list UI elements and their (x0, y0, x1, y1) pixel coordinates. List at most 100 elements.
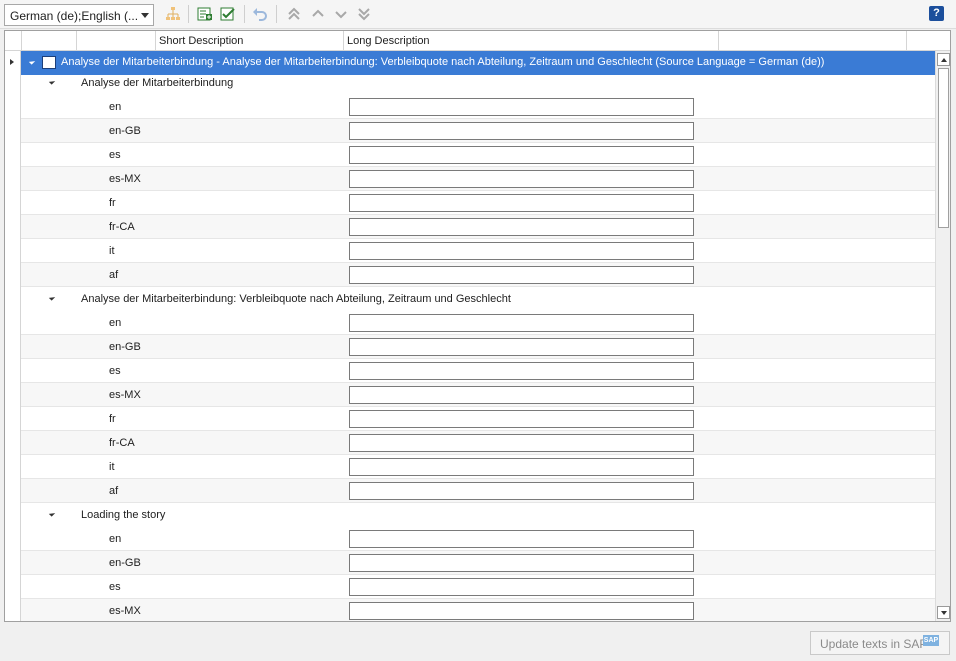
language-row: fr-CA (21, 431, 935, 455)
scroll-up-button[interactable] (937, 53, 950, 66)
top-row-label: Analyse der Mitarbeiterbindung - Analyse… (61, 56, 825, 68)
collapse-icon[interactable] (48, 78, 56, 85)
language-row: en-GB (21, 335, 935, 359)
group-title: Analyse der Mitarbeiterbindung: Verbleib… (81, 293, 511, 305)
language-row: en (21, 311, 935, 335)
language-selector[interactable]: German (de);English (... (4, 4, 154, 26)
scroll-thumb[interactable] (938, 68, 949, 228)
translation-input[interactable] (349, 410, 694, 428)
translation-input[interactable] (349, 146, 694, 164)
translation-input[interactable] (349, 338, 694, 356)
move-bottom-icon[interactable] (355, 5, 373, 23)
language-row: es-MX (21, 599, 935, 621)
update-texts-button[interactable]: Update texts in SAP SAP (810, 631, 950, 655)
language-code: es (109, 149, 121, 161)
language-row: es (21, 359, 935, 383)
update-texts-label: Update texts in SAP (820, 637, 928, 651)
language-code: fr-CA (109, 437, 135, 449)
grid-body: Analyse der Mitarbeiterbindung - Analyse… (21, 51, 935, 621)
translation-input[interactable] (349, 194, 694, 212)
language-row: af (21, 263, 935, 287)
translation-input[interactable] (349, 266, 694, 284)
collapse-icon[interactable] (28, 58, 36, 65)
language-row: en-GB (21, 551, 935, 575)
group-row[interactable]: Loading the story (21, 503, 935, 527)
language-row: fr-CA (21, 215, 935, 239)
language-row: en (21, 527, 935, 551)
language-code: en (109, 533, 122, 545)
translation-input[interactable] (349, 554, 694, 572)
language-code: en-GB (109, 557, 141, 569)
group-row[interactable]: Analyse der Mitarbeiterbindung (21, 71, 935, 95)
language-row: es (21, 575, 935, 599)
language-code: af (109, 485, 119, 497)
current-row-pointer-icon (10, 59, 14, 65)
chevron-down-icon[interactable] (141, 13, 149, 18)
translation-input[interactable] (349, 122, 694, 140)
language-row: fr (21, 191, 935, 215)
language-code: en (109, 101, 122, 113)
move-up-icon[interactable] (309, 5, 327, 23)
toolbar: German (de);English (... ? (0, 0, 956, 29)
group-title: Analyse der Mitarbeiterbindung (81, 77, 234, 89)
language-code: fr (109, 413, 116, 425)
translation-input[interactable] (349, 434, 694, 452)
add-text-icon[interactable] (196, 5, 214, 23)
row-indicator-column (5, 51, 21, 621)
language-code: it (109, 461, 115, 473)
language-row: es (21, 143, 935, 167)
language-row: af (21, 479, 935, 503)
language-code: en (109, 317, 122, 329)
language-code: fr-CA (109, 221, 135, 233)
help-button[interactable]: ? (929, 6, 944, 21)
language-row: es-MX (21, 167, 935, 191)
language-row: it (21, 455, 935, 479)
toolbar-separator (276, 5, 277, 23)
translation-grid: Short Description Long Description Analy… (4, 30, 951, 622)
header-extra-cell (719, 31, 907, 51)
header-long-description[interactable]: Long Description (344, 31, 719, 51)
header-tree-cell (22, 31, 77, 51)
translation-input[interactable] (349, 578, 694, 596)
translation-input[interactable] (349, 242, 694, 260)
translation-input[interactable] (349, 458, 694, 476)
undo-icon[interactable] (251, 5, 269, 23)
group-title: Loading the story (81, 509, 166, 521)
toolbar-separator (188, 5, 189, 23)
group-row[interactable]: Analyse der Mitarbeiterbindung: Verbleib… (21, 287, 935, 311)
translation-input[interactable] (349, 362, 694, 380)
language-selector-value: German (de);English (... (10, 9, 139, 23)
scroll-down-icon (941, 611, 947, 615)
collapse-icon[interactable] (48, 510, 56, 517)
language-code: it (109, 245, 115, 257)
move-top-icon[interactable] (285, 5, 303, 23)
scroll-down-button[interactable] (937, 606, 950, 619)
hierarchy-icon[interactable] (164, 5, 182, 23)
language-code: es-MX (109, 173, 141, 185)
translation-input[interactable] (349, 98, 694, 116)
language-row: en-GB (21, 119, 935, 143)
translation-input[interactable] (349, 386, 694, 404)
translation-input[interactable] (349, 482, 694, 500)
column-header: Short Description Long Description (5, 31, 950, 51)
translation-input[interactable] (349, 170, 694, 188)
language-code: es-MX (109, 389, 141, 401)
sap-icon: SAP (923, 635, 939, 646)
language-code: af (109, 269, 119, 281)
translation-input[interactable] (349, 314, 694, 332)
header-short-description[interactable]: Short Description (156, 31, 344, 51)
language-code: es-MX (109, 605, 141, 617)
collapse-icon[interactable] (48, 294, 56, 301)
language-code: fr (109, 197, 116, 209)
check-texts-icon[interactable] (219, 5, 237, 23)
language-code: en-GB (109, 341, 141, 353)
translation-input[interactable] (349, 602, 694, 620)
language-code: en-GB (109, 125, 141, 137)
move-down-icon[interactable] (332, 5, 350, 23)
report-icon (42, 56, 56, 69)
header-indicator-cell (5, 31, 22, 51)
translation-input[interactable] (349, 530, 694, 548)
vertical-scrollbar[interactable] (935, 51, 950, 621)
translation-input[interactable] (349, 218, 694, 236)
language-row: it (21, 239, 935, 263)
